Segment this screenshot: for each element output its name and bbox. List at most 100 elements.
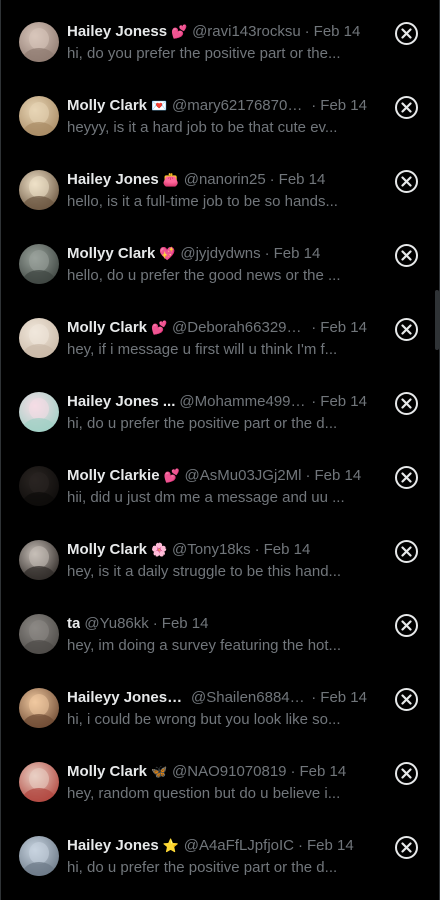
- message-request-header: Hailey Jones ... @Mohamme49917... · Feb …: [67, 393, 367, 411]
- message-date: Feb 14: [320, 319, 367, 336]
- close-icon: [401, 620, 412, 631]
- message-request-row[interactable]: Molly Clark 🌸 @Tony18ks · Feb 14 hey, is…: [1, 518, 440, 592]
- avatar[interactable]: [19, 318, 59, 358]
- message-request-text: Hailey Jones ... @Mohamme49917... · Feb …: [67, 393, 367, 433]
- sender-name[interactable]: Molly Clark: [67, 541, 147, 559]
- avatar[interactable]: [19, 688, 59, 728]
- dismiss-button[interactable]: [395, 836, 418, 859]
- avatar[interactable]: [19, 244, 59, 284]
- dismiss-button[interactable]: [395, 540, 418, 563]
- avatar[interactable]: [19, 22, 59, 62]
- message-date: Feb 14: [314, 467, 362, 484]
- separator-dot: ·: [304, 23, 310, 40]
- dismiss-button[interactable]: [395, 688, 418, 711]
- sender-name[interactable]: Hailey Jones: [67, 171, 159, 189]
- message-date: Feb 14: [320, 689, 367, 706]
- dismiss-button[interactable]: [395, 96, 418, 119]
- message-request-header: Hailey Jones ⭐ @A4aFfLJpfjoIC · Feb 14: [67, 837, 367, 855]
- separator-dot: ·: [290, 763, 296, 780]
- sender-handle: @Mohamme49917...: [179, 393, 308, 410]
- close-icon: [401, 102, 412, 113]
- message-request-text: Haileyy Joness ... @Shailen68847... · Fe…: [67, 689, 367, 729]
- message-request-row[interactable]: Mollyy Clark 💖 @jyjdydwns · Feb 14 hello…: [1, 222, 440, 296]
- message-request-header: Molly Clarkie 💕 @AsMu03JGj2Ml · Feb 14: [67, 467, 367, 485]
- message-date: Feb 14: [320, 393, 367, 410]
- dismiss-button[interactable]: [395, 392, 418, 415]
- avatar[interactable]: [19, 836, 59, 876]
- sender-name[interactable]: Molly Clark: [67, 763, 147, 781]
- sender-name[interactable]: Molly Clark: [67, 97, 147, 115]
- message-request-text: Hailey Jones 👛 @nanorin25 · Feb 14 hello…: [67, 171, 367, 211]
- message-request-header: Molly Clark 🌸 @Tony18ks · Feb 14: [67, 541, 367, 559]
- dismiss-button[interactable]: [395, 318, 418, 341]
- sender-handle: @AsMu03JGj2Ml: [184, 467, 302, 484]
- message-request-row[interactable]: Molly Clark 🦋 @NAO91070819 · Feb 14 hey,…: [1, 740, 440, 814]
- message-request-row[interactable]: Hailey Jones 👛 @nanorin25 · Feb 14 hello…: [1, 148, 440, 222]
- message-request-text: Molly Clark 🦋 @NAO91070819 · Feb 14 hey,…: [67, 763, 367, 803]
- cherry-blossom-icon: 🌸: [150, 542, 168, 557]
- message-date: Feb 14: [307, 837, 354, 854]
- avatar[interactable]: [19, 540, 59, 580]
- message-request-row[interactable]: Hailey Joness 💕 @ravi143rocksu · Feb 14 …: [1, 0, 440, 74]
- message-preview: hello, is it a full-time job to be so ha…: [67, 193, 338, 210]
- message-date: Feb 14: [320, 97, 367, 114]
- dismiss-button[interactable]: [395, 170, 418, 193]
- avatar[interactable]: [19, 614, 59, 654]
- close-icon: [401, 324, 412, 335]
- sender-name[interactable]: Hailey Jones: [67, 837, 159, 855]
- message-request-row[interactable]: Hailey Jones ⭐ @A4aFfLJpfjoIC · Feb 14 h…: [1, 814, 440, 888]
- dismiss-button[interactable]: [395, 762, 418, 785]
- avatar[interactable]: [19, 392, 59, 432]
- sparkling-heart-icon: 💖: [159, 246, 176, 261]
- sender-name[interactable]: Mollyy Clark: [67, 245, 155, 263]
- sender-handle: @Yu86kk: [84, 615, 149, 632]
- message-request-text: Molly Clark 💕 @Deborah66329530 · Feb 14 …: [67, 319, 367, 359]
- avatar[interactable]: [19, 170, 59, 210]
- dismiss-button[interactable]: [395, 244, 418, 267]
- sender-name[interactable]: Molly Clark: [67, 319, 147, 337]
- dismiss-button[interactable]: [395, 466, 418, 489]
- avatar[interactable]: [19, 96, 59, 136]
- love-letter-icon: 💌: [150, 98, 168, 113]
- message-request-row[interactable]: Haileyy Joness ... @Shailen68847... · Fe…: [1, 666, 440, 740]
- sender-name[interactable]: ta: [67, 615, 80, 633]
- sender-handle: @NAO91070819: [172, 763, 287, 780]
- message-request-row[interactable]: Hailey Jones ... @Mohamme49917... · Feb …: [1, 370, 440, 444]
- scrollbar[interactable]: [435, 290, 439, 350]
- separator-dot: ·: [298, 837, 303, 854]
- message-request-row[interactable]: ta @Yu86kk · Feb 14 hey, im doing a surv…: [1, 592, 440, 666]
- message-request-list: Hailey Joness 💕 @ravi143rocksu · Feb 14 …: [1, 0, 440, 888]
- star-icon: ⭐: [162, 838, 179, 853]
- dismiss-button[interactable]: [395, 614, 418, 637]
- separator-dot: ·: [311, 97, 317, 114]
- message-preview: hello, do u prefer the good news or the …: [67, 267, 341, 284]
- message-request-header: ta @Yu86kk · Feb 14: [67, 615, 367, 633]
- dismiss-button[interactable]: [395, 22, 418, 45]
- message-request-row[interactable]: Molly Clark 💕 @Deborah66329530 · Feb 14 …: [1, 296, 440, 370]
- message-requests-panel: Hailey Joness 💕 @ravi143rocksu · Feb 14 …: [0, 0, 440, 900]
- message-request-text: Molly Clark 🌸 @Tony18ks · Feb 14 hey, is…: [67, 541, 367, 581]
- message-request-text: Hailey Joness 💕 @ravi143rocksu · Feb 14 …: [67, 23, 367, 63]
- sender-handle: @A4aFfLJpfjoIC: [183, 837, 294, 854]
- sender-name[interactable]: Haileyy Joness ...: [67, 689, 187, 707]
- sender-name[interactable]: Molly Clarkie: [67, 467, 160, 485]
- message-date: Feb 14: [263, 541, 311, 558]
- message-request-row[interactable]: Molly Clarkie 💕 @AsMu03JGj2Ml · Feb 14 h…: [1, 444, 440, 518]
- separator-dot: ·: [311, 393, 317, 410]
- two-hearts-icon: 💕: [163, 468, 180, 483]
- sender-name[interactable]: Hailey Joness: [67, 23, 167, 41]
- avatar[interactable]: [19, 466, 59, 506]
- sender-handle: @ravi143rocksu: [192, 23, 301, 40]
- message-preview: heyyy, is it a hard job to be that cute …: [67, 119, 338, 136]
- message-preview: hey, is it a daily struggle to be this h…: [67, 563, 342, 580]
- message-request-header: Molly Clark 💕 @Deborah66329530 · Feb 14: [67, 319, 367, 337]
- message-request-row[interactable]: Molly Clark 💌 @mary62176870954 · Feb 14 …: [1, 74, 440, 148]
- separator-dot: ·: [152, 615, 158, 632]
- message-request-header: Molly Clark 💌 @mary62176870954 · Feb 14: [67, 97, 367, 115]
- close-icon: [401, 842, 412, 853]
- close-icon: [401, 398, 412, 409]
- avatar[interactable]: [19, 762, 59, 802]
- sender-name[interactable]: Hailey Jones ...: [67, 393, 175, 411]
- sender-handle: @Shailen68847...: [191, 689, 308, 706]
- message-request-text: ta @Yu86kk · Feb 14 hey, im doing a surv…: [67, 615, 367, 655]
